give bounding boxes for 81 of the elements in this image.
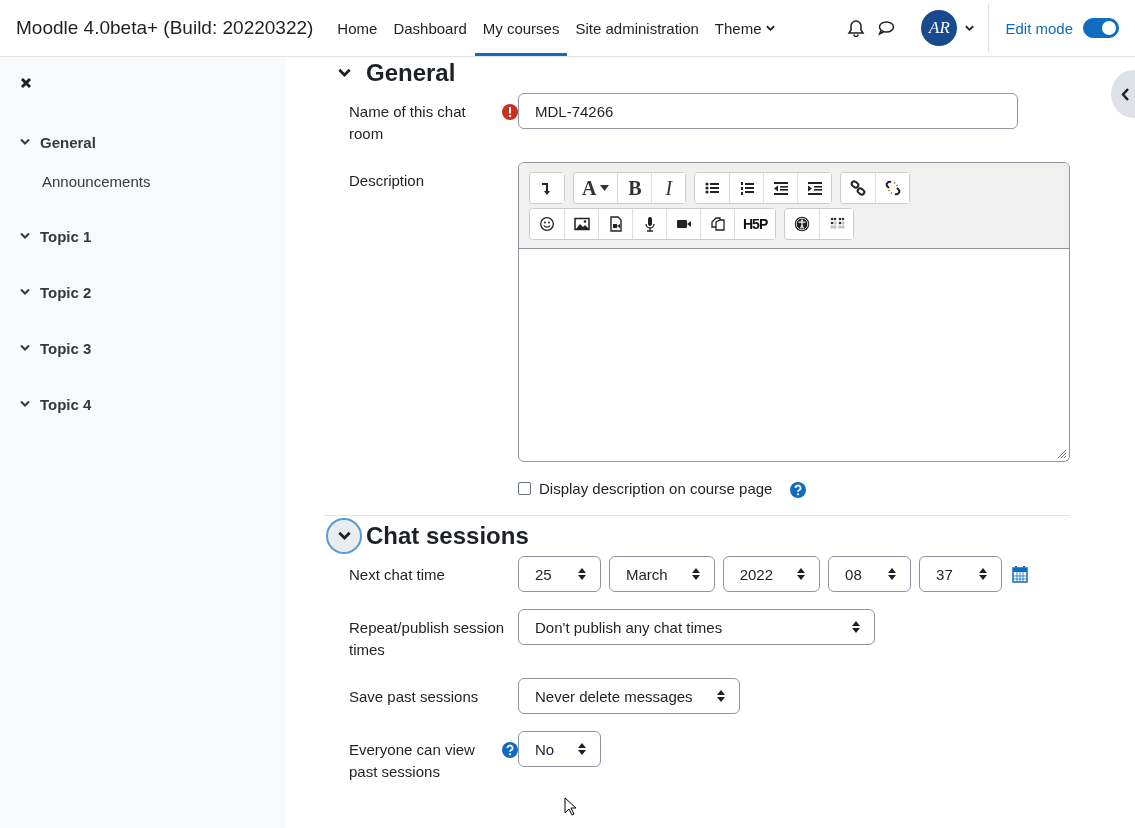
field-label: Next chat time xyxy=(349,565,445,585)
dropdown[interactable]: 08 xyxy=(828,556,912,592)
dropdown[interactable]: Never delete messages xyxy=(518,678,740,714)
field-label: Save past sessions xyxy=(349,687,479,707)
nav-link[interactable]: Home xyxy=(329,0,386,56)
dropdown[interactable]: March xyxy=(609,556,715,592)
sidebar-section[interactable]: Topic 4 xyxy=(20,394,285,414)
sort-arrows-icon xyxy=(797,568,806,580)
sidebar-section[interactable]: Topic 2 xyxy=(20,282,285,302)
field-label: Repeat/publish session times xyxy=(349,618,506,660)
h5p-button[interactable]: H5P xyxy=(734,209,776,239)
unlink-button[interactable] xyxy=(875,173,910,203)
edit-mode-label: Edit mode xyxy=(1005,19,1073,37)
chevron-down-icon xyxy=(337,531,351,541)
image-icon xyxy=(573,216,590,232)
sidebar-section[interactable]: General xyxy=(20,132,285,152)
dropdown[interactable]: 37 xyxy=(919,556,1003,592)
caret-icon xyxy=(765,24,775,32)
italic-button[interactable]: I xyxy=(651,173,686,203)
section-heading: Chat sessions xyxy=(366,522,529,550)
help-icon[interactable] xyxy=(502,742,518,758)
files-icon xyxy=(709,216,726,232)
close-icon[interactable] xyxy=(20,77,32,89)
chevron-left-icon xyxy=(1121,87,1129,101)
sort-arrows-icon xyxy=(852,621,860,633)
nav-link[interactable]: Theme xyxy=(706,0,783,56)
sort-arrows-icon xyxy=(979,568,988,580)
help-icon[interactable] xyxy=(790,482,807,498)
sidebar-item[interactable]: Announcements xyxy=(42,173,151,190)
nav-link[interactable]: My courses xyxy=(474,0,568,56)
checkbox-label[interactable]: Display description on course page xyxy=(539,480,773,497)
dropdown[interactable]: No xyxy=(518,731,602,767)
chevron-down-icon xyxy=(20,344,30,352)
numbered-list-icon xyxy=(738,180,755,196)
section-heading: General xyxy=(366,59,456,87)
sort-arrows-icon xyxy=(888,568,897,580)
chevron-down-icon xyxy=(20,288,30,296)
bullet-list-icon xyxy=(704,180,721,196)
sidebar-section[interactable]: Topic 1 xyxy=(20,226,285,246)
calendar-icon[interactable] xyxy=(1012,565,1029,583)
chevron-down-icon xyxy=(20,138,30,146)
sidebar-section[interactable]: Topic 3 xyxy=(20,338,285,358)
text-editor[interactable]: A B I H5P xyxy=(518,162,1070,462)
arrow-down-button[interactable] xyxy=(530,173,564,203)
chevron-down-icon xyxy=(337,68,351,78)
smiley-icon xyxy=(539,216,555,232)
field-label: Name of this chat room xyxy=(349,102,467,144)
dropdown[interactable]: Don't publish any chat times xyxy=(518,609,875,645)
sort-arrows-icon xyxy=(716,690,725,702)
indent-icon xyxy=(806,180,823,196)
nav-link[interactable]: Site administration xyxy=(567,0,707,56)
outdent-icon xyxy=(772,180,789,196)
field-label: Everyone can view past sessions xyxy=(349,740,476,782)
chevron-down-icon xyxy=(20,400,30,408)
field-label: Description xyxy=(349,171,425,191)
dropdown[interactable]: 2022 xyxy=(722,556,821,592)
chevron-down-icon xyxy=(20,232,30,240)
link-icon xyxy=(850,180,867,196)
caret-icon[interactable] xyxy=(965,24,975,32)
caret-icon xyxy=(600,185,610,191)
user-avatar[interactable]: AR xyxy=(921,10,958,46)
site-name[interactable]: Moodle 4.0beta+ (Build: 20220322) xyxy=(16,17,314,39)
checkbox[interactable] xyxy=(518,482,531,495)
dropdown[interactable]: 25 xyxy=(518,556,601,592)
sort-arrows-icon xyxy=(578,743,587,755)
indent-button[interactable] xyxy=(797,173,832,203)
resize-handle-icon[interactable] xyxy=(1055,447,1067,459)
mouse-pointer-icon xyxy=(564,797,577,816)
braille-button[interactable] xyxy=(819,209,854,239)
bell-icon[interactable] xyxy=(847,19,866,37)
edit-mode-toggle[interactable] xyxy=(1083,18,1119,38)
sort-arrows-icon xyxy=(578,568,586,580)
media-file-icon xyxy=(607,216,624,232)
braille-icon xyxy=(828,216,845,232)
text-field[interactable]: MDL-74266 xyxy=(518,93,1018,129)
chat-bubble-icon[interactable] xyxy=(877,19,896,37)
collapse-button[interactable] xyxy=(326,518,362,554)
accessibility-icon xyxy=(794,216,811,232)
sort-arrows-icon xyxy=(691,568,700,580)
unlink-icon xyxy=(884,180,901,196)
nav-link[interactable]: Dashboard xyxy=(385,0,475,56)
